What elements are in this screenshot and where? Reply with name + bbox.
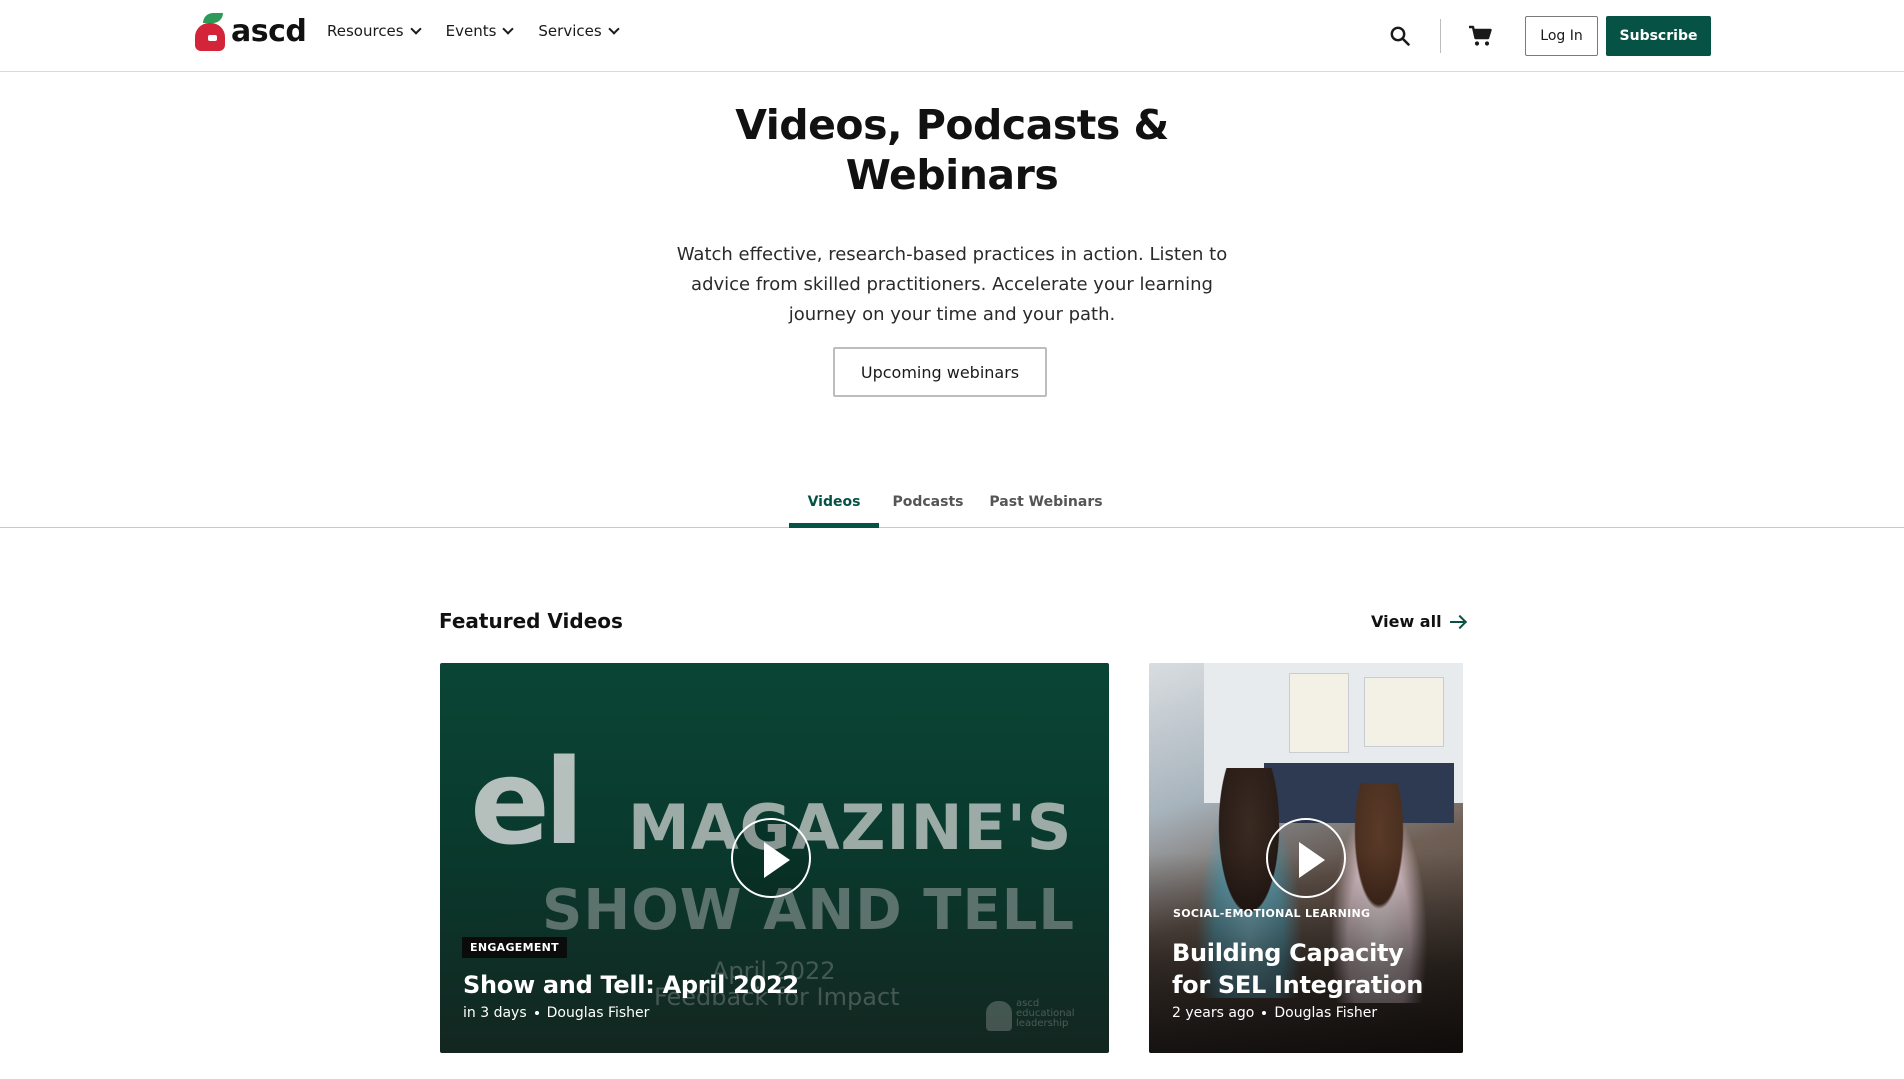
nav-item-services[interactable]: Services <box>538 22 620 40</box>
section-title: Featured Videos <box>439 609 623 633</box>
cart-icon <box>1469 25 1492 46</box>
subscribe-button[interactable]: Subscribe <box>1606 16 1711 56</box>
cart-button[interactable] <box>1468 24 1494 48</box>
wall-poster <box>1289 673 1349 753</box>
nav-item-resources[interactable]: Resources <box>327 22 422 40</box>
wall-poster <box>1364 677 1444 747</box>
video-title: Show and Tell: April 2022 <box>463 971 799 999</box>
search-button[interactable] <box>1388 24 1412 48</box>
video-author: Douglas Fisher <box>1274 1005 1378 1021</box>
watermark-text: ascd educational leadership <box>1016 998 1075 1029</box>
view-all-label: View all <box>1371 612 1442 631</box>
nav-item-label: Events <box>445 22 497 40</box>
login-button[interactable]: Log In <box>1525 16 1598 56</box>
search-icon <box>1390 26 1410 46</box>
chevron-down-icon <box>409 22 422 35</box>
category-badge: SOCIAL-EMOTIONAL LEARNING <box>1173 907 1371 920</box>
nav-item-events[interactable]: Events <box>445 22 515 40</box>
video-meta: 2 years ago Douglas Fisher <box>1172 1005 1377 1021</box>
play-icon[interactable] <box>731 818 811 898</box>
view-all-link[interactable]: View all <box>1371 612 1466 631</box>
page-title: Videos, Podcasts & Webinars <box>735 101 1169 199</box>
video-card-show-and-tell[interactable]: el MAGAZINE'S SHOW AND TELL April 2022 F… <box>440 663 1109 1053</box>
content-tabs: Videos Podcasts Past Webinars <box>0 486 1904 528</box>
page-description: Watch effective, research-based practice… <box>676 244 1228 325</box>
separator-dot <box>1262 1011 1267 1015</box>
separator-dot <box>534 1011 539 1015</box>
category-badge: ENGAGEMENT <box>462 937 567 958</box>
site-header: ascd Resources Events Services Log In Su… <box>0 0 1904 72</box>
chevron-down-icon <box>502 22 515 35</box>
apple-logo-icon <box>195 13 225 51</box>
nav-item-label: Services <box>538 22 602 40</box>
upcoming-webinars-button[interactable]: Upcoming webinars <box>833 347 1047 397</box>
tab-past-webinars[interactable]: Past Webinars <box>985 486 1107 528</box>
play-icon[interactable] <box>1266 818 1346 898</box>
main-nav: Resources Events Services <box>327 22 620 40</box>
tab-podcasts[interactable]: Podcasts <box>885 486 971 528</box>
tab-videos[interactable]: Videos <box>789 486 879 528</box>
video-time: 2 years ago <box>1172 1005 1255 1021</box>
ascd-logo[interactable]: ascd <box>195 13 307 51</box>
header-divider <box>1440 19 1441 53</box>
video-title: Building Capacity for SEL Integration <box>1172 939 1423 999</box>
chevron-down-icon <box>608 22 620 35</box>
video-time: in 3 days <box>463 1005 527 1021</box>
thumbnail-text: SHOW AND TELL <box>542 878 1076 943</box>
el-magazine-logo: el <box>470 733 585 871</box>
logo-text: ascd <box>231 14 307 49</box>
nav-item-label: Resources <box>327 22 404 40</box>
arrow-right-icon <box>1449 616 1466 628</box>
thumbnail-text: MAGAZINE'S <box>628 791 1073 864</box>
video-card-sel-integration[interactable]: SOCIAL-EMOTIONAL LEARNING Building Capac… <box>1149 663 1463 1053</box>
ascd-watermark-logo: ascd educational leadership <box>986 999 1081 1033</box>
video-author: Douglas Fisher <box>546 1005 650 1021</box>
video-meta: in 3 days Douglas Fisher <box>463 1005 649 1021</box>
